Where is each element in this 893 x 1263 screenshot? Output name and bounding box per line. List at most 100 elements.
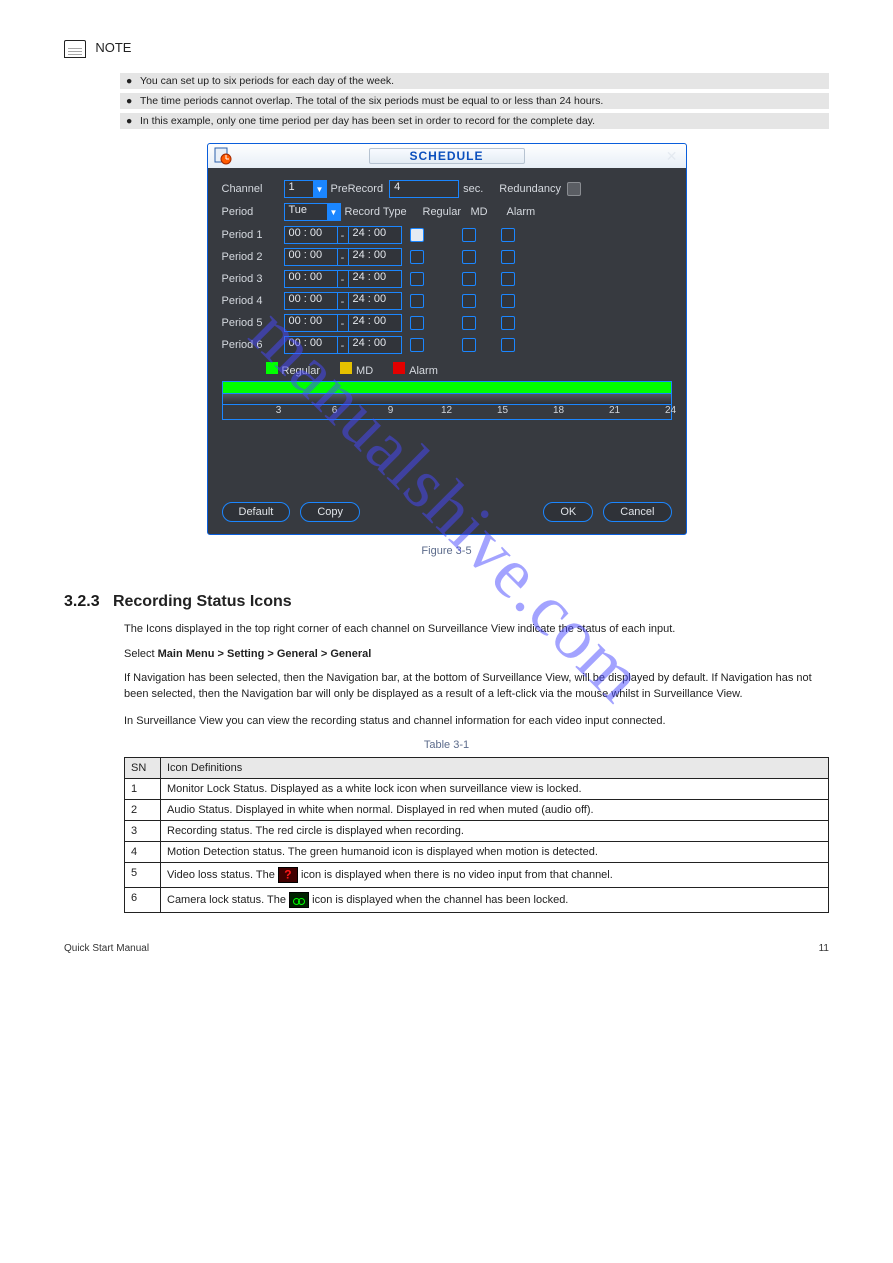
default-button[interactable]: Default: [222, 502, 291, 522]
md-checkbox[interactable]: [462, 338, 476, 352]
footer-title: Quick Start Manual: [64, 943, 149, 954]
table-caption: Table 3-1: [64, 739, 829, 751]
sec-label: sec.: [463, 183, 483, 195]
time-to-input[interactable]: 24 : 00: [348, 336, 402, 354]
regular-checkbox[interactable]: [410, 294, 424, 308]
time-to-input[interactable]: 24 : 00: [348, 270, 402, 288]
timeline-tick: 21: [609, 405, 620, 416]
legend-regular-label: Regular: [282, 365, 321, 377]
ok-button[interactable]: OK: [543, 502, 593, 522]
period-row-label: Period 3: [222, 273, 278, 285]
time-from-input[interactable]: 00 : 00: [284, 248, 338, 266]
md-header: MD: [471, 206, 501, 218]
timeline-tick: 15: [497, 405, 508, 416]
period-time-range[interactable]: 00 : 00-24 : 00: [284, 314, 404, 332]
dialog-title: SCHEDULE: [368, 148, 524, 164]
regular-checkbox[interactable]: [410, 316, 424, 330]
timeline-tick: 9: [388, 405, 394, 416]
legend-md-label: MD: [356, 365, 373, 377]
time-from-input[interactable]: 00 : 00: [284, 270, 338, 288]
prerecord-label: PreRecord: [331, 183, 384, 195]
timeline-tick: 12: [441, 405, 452, 416]
md-checkbox[interactable]: [462, 294, 476, 308]
legend-alarm-color: [393, 362, 405, 374]
body-text: If Navigation has been selected, then th…: [124, 670, 829, 703]
table-row: 4Motion Detection status. The green huma…: [125, 842, 829, 863]
period-time-range[interactable]: 00 : 00-24 : 00: [284, 226, 404, 244]
alarm-checkbox[interactable]: [501, 228, 515, 242]
md-checkbox[interactable]: [462, 228, 476, 242]
legend-alarm-label: Alarm: [409, 365, 438, 377]
md-checkbox[interactable]: [462, 272, 476, 286]
section-title: Recording Status Icons: [113, 593, 292, 610]
timeline-tick: 24: [665, 405, 676, 416]
timeline-tick: 18: [553, 405, 564, 416]
time-to-input[interactable]: 24 : 00: [348, 248, 402, 266]
regular-checkbox[interactable]: [410, 338, 424, 352]
period-time-range[interactable]: 00 : 00-24 : 00: [284, 270, 404, 288]
period-row: Period 5 00 : 00-24 : 00: [222, 314, 672, 332]
md-checkbox[interactable]: [462, 250, 476, 264]
redundancy-checkbox[interactable]: [567, 182, 581, 196]
table-header-row: SN Icon Definitions: [125, 758, 829, 779]
table-row: 1Monitor Lock Status. Displayed as a whi…: [125, 779, 829, 800]
book-icon: [64, 40, 86, 58]
regular-checkbox[interactable]: [410, 250, 424, 264]
table-row: 3Recording status. The red circle is dis…: [125, 821, 829, 842]
legend-regular-color: [266, 362, 278, 374]
note-bullet: ●In this example, only one time period p…: [120, 113, 829, 129]
period-label: Period: [222, 206, 278, 218]
chevron-down-icon[interactable]: ▼: [327, 203, 341, 221]
regular-checkbox[interactable]: [410, 228, 424, 242]
period-row: Period 1 00 : 00-24 : 00: [222, 226, 672, 244]
md-checkbox[interactable]: [462, 316, 476, 330]
regular-checkbox[interactable]: [410, 272, 424, 286]
col-sn: SN: [125, 758, 161, 779]
period-time-range[interactable]: 00 : 00-24 : 00: [284, 292, 404, 310]
time-to-input[interactable]: 24 : 00: [348, 292, 402, 310]
note-bullet: ●The time periods cannot overlap. The to…: [120, 93, 829, 109]
menu-path: Select Main Menu > Setting > General > G…: [124, 648, 829, 660]
time-from-input[interactable]: 00 : 00: [284, 226, 338, 244]
body-text: The Icons displayed in the top right cor…: [124, 621, 829, 638]
legend: Regular MD Alarm: [266, 362, 672, 377]
time-from-input[interactable]: 00 : 00: [284, 314, 338, 332]
close-icon[interactable]: ✕: [666, 148, 678, 165]
period-row-label: Period 5: [222, 317, 278, 329]
timeline-bar-regular: [223, 382, 671, 394]
channel-select[interactable]: 1▼: [284, 180, 327, 198]
period-time-range[interactable]: 00 : 00-24 : 00: [284, 248, 404, 266]
alarm-checkbox[interactable]: [501, 316, 515, 330]
page-footer: Quick Start Manual 11: [64, 943, 829, 954]
period-time-range[interactable]: 00 : 00-24 : 00: [284, 336, 404, 354]
footer-pageno: 11: [819, 943, 829, 954]
note-block: NOTE ●You can set up to six periods for …: [64, 40, 829, 129]
period-row: Period 600 : 00-24 : 00: [222, 336, 672, 354]
period-row: Period 400 : 00-24 : 00: [222, 292, 672, 310]
period-row-label: Period 2: [222, 251, 278, 263]
time-from-input[interactable]: 00 : 00: [284, 336, 338, 354]
alarm-checkbox[interactable]: [501, 338, 515, 352]
timeline-tick: 3: [276, 405, 282, 416]
copy-button[interactable]: Copy: [300, 502, 360, 522]
figure-caption: Figure 3-5: [64, 545, 829, 557]
alarm-checkbox[interactable]: [501, 272, 515, 286]
alarm-checkbox[interactable]: [501, 294, 515, 308]
cancel-button[interactable]: Cancel: [603, 502, 671, 522]
weekday-select[interactable]: Tue▼: [284, 203, 341, 221]
recordtype-label: Record Type: [345, 206, 417, 218]
chevron-down-icon[interactable]: ▼: [313, 180, 327, 198]
time-to-input[interactable]: 24 : 00: [348, 314, 402, 332]
alarm-header: Alarm: [507, 206, 547, 218]
table-row: 5Video loss status. The icon is displaye…: [125, 863, 829, 888]
alarm-checkbox[interactable]: [501, 250, 515, 264]
regular-header: Regular: [423, 206, 465, 218]
period-row: Period 2 00 : 00-24 : 00: [222, 248, 672, 266]
time-to-input[interactable]: 24 : 00: [348, 226, 402, 244]
period-row-label: Period 1: [222, 229, 278, 241]
time-from-input[interactable]: 00 : 00: [284, 292, 338, 310]
redundancy-label: Redundancy: [499, 183, 561, 195]
period-row: Period 3 00 : 00-24 : 00: [222, 270, 672, 288]
timeline-tick: 6: [332, 405, 338, 416]
prerecord-input[interactable]: 4: [389, 180, 459, 198]
